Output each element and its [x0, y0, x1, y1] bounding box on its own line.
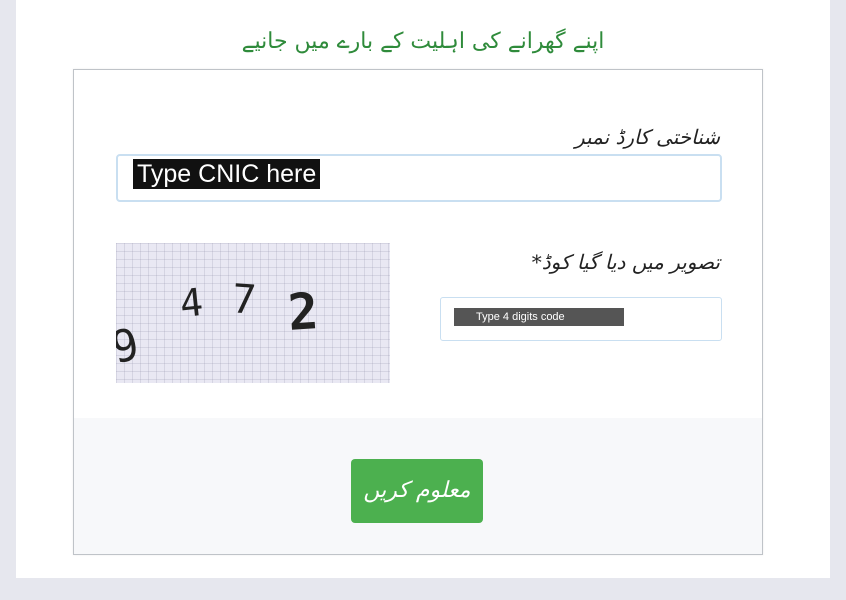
captcha-char: 4 — [177, 279, 206, 327]
captcha-code-input[interactable]: Type 4 digits code — [440, 297, 722, 341]
cnic-placeholder: Type CNIC here — [133, 159, 321, 189]
captcha-char: 7 — [230, 276, 258, 324]
captcha-char: 9 — [116, 318, 144, 375]
eligibility-form-card: شناختی کارڈ نمبر Type CNIC here تصویر می… — [73, 69, 763, 555]
page-title: اپنے گھرانے کی اہلیت کے بارے میں جانیے — [241, 29, 605, 54]
captcha-image: 9 4 7 2 — [116, 243, 390, 383]
code-placeholder: Type 4 digits code — [454, 308, 624, 326]
captcha-char: 2 — [286, 282, 321, 342]
find-out-button[interactable]: معلوم کریں — [351, 459, 483, 523]
cnic-input[interactable]: Type CNIC here — [116, 154, 722, 202]
captcha-label: تصویر میں دیا گیا کوڈ* — [531, 250, 720, 274]
cnic-label: شناختی کارڈ نمبر — [574, 125, 720, 149]
page: اپنے گھرانے کی اہلیت کے بارے میں جانیے ش… — [16, 0, 830, 578]
